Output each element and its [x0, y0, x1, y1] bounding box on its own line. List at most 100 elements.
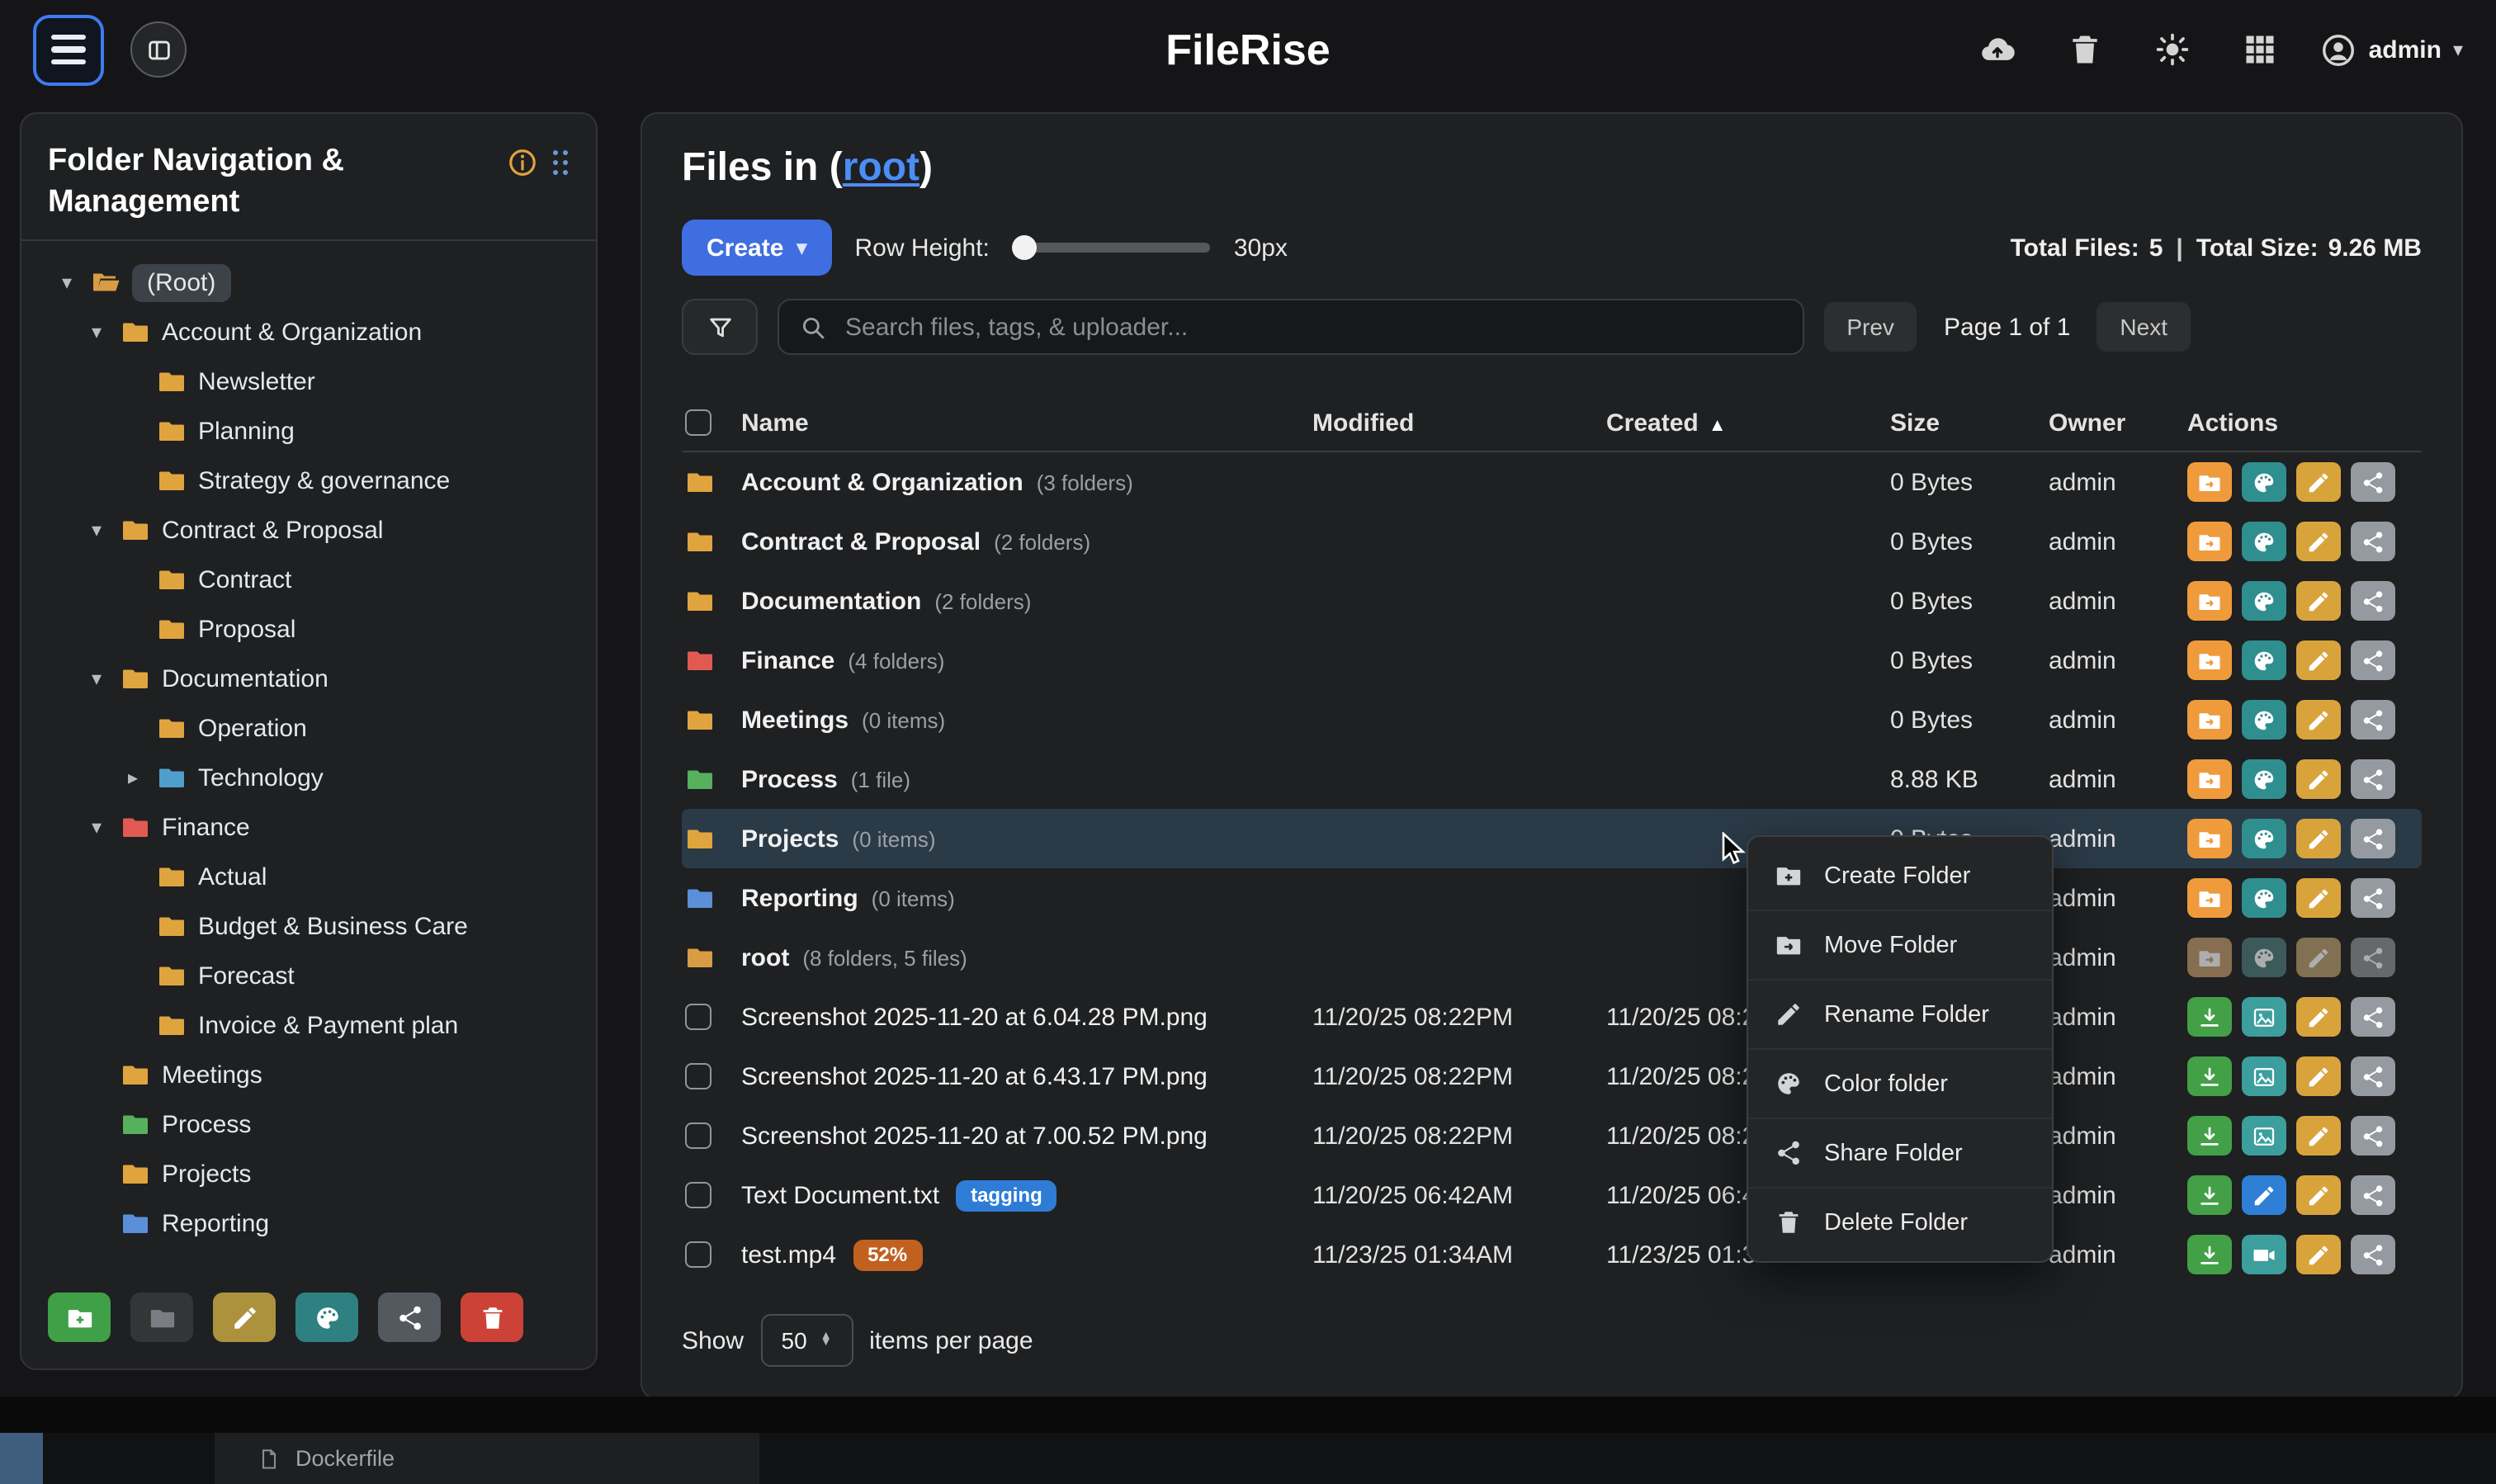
column-header-size[interactable]: Size: [1877, 409, 2035, 437]
delete-folder-button[interactable]: [461, 1293, 523, 1342]
create-button[interactable]: Create ▾: [682, 220, 831, 276]
tree-item-technology[interactable]: ▸Technology: [35, 753, 583, 802]
table-row-text-document-txt[interactable]: Text Document.txttagging11/20/25 06:42AM…: [682, 1165, 2422, 1225]
next-button[interactable]: Next: [2097, 302, 2191, 352]
move-folder-button[interactable]: [2187, 640, 2232, 680]
color-folder-button[interactable]: [2242, 640, 2286, 680]
context-menu-item-rename-folder[interactable]: Rename Folder: [1748, 981, 2052, 1050]
download-button[interactable]: [2187, 1056, 2232, 1096]
share-button[interactable]: [2351, 997, 2395, 1037]
table-row-screenshot-2025-11-20-at-6-04-28-pm-png[interactable]: Screenshot 2025-11-20 at 6.04.28 PM.png1…: [682, 987, 2422, 1047]
tree-item-root[interactable]: ▾(Root): [35, 258, 583, 307]
table-row-reporting[interactable]: Reporting(0 items)admin: [682, 868, 2422, 928]
table-row-process[interactable]: Process(1 file)8.88 KBadmin: [682, 749, 2422, 809]
tree-item-reporting[interactable]: Reporting: [35, 1198, 583, 1248]
tree-item-documentation[interactable]: ▾Documentation: [35, 654, 583, 703]
rename-button[interactable]: [2296, 1116, 2341, 1156]
color-folder-button[interactable]: [2242, 581, 2286, 621]
filter-button[interactable]: [682, 299, 758, 355]
table-row-documentation[interactable]: Documentation(2 folders)0 Bytesadmin: [682, 571, 2422, 631]
caret-down-icon[interactable]: ▾: [84, 667, 109, 690]
prev-button[interactable]: Prev: [1823, 302, 1917, 352]
share-button[interactable]: [2351, 878, 2395, 918]
upload-button[interactable]: [1969, 30, 2026, 69]
tree-item-invoice-payment-plan[interactable]: Invoice & Payment plan: [35, 1000, 583, 1050]
share-folder-button[interactable]: [378, 1293, 441, 1342]
move-folder-button[interactable]: [130, 1293, 193, 1342]
share-button[interactable]: [2351, 700, 2395, 740]
user-menu[interactable]: admin ▾: [2319, 31, 2463, 69]
rename-button[interactable]: [2296, 1235, 2341, 1274]
rename-button[interactable]: [2296, 997, 2341, 1037]
column-header-owner[interactable]: Owner: [2035, 409, 2174, 437]
share-button[interactable]: [2351, 819, 2395, 858]
caret-down-icon[interactable]: ▾: [54, 271, 79, 294]
tree-item-projects[interactable]: Projects: [35, 1149, 583, 1198]
table-row-finance[interactable]: Finance(4 folders)0 Bytesadmin: [682, 631, 2422, 690]
select-all-checkbox[interactable]: [685, 409, 711, 436]
tree-item-proposal[interactable]: Proposal: [35, 604, 583, 654]
share-button[interactable]: [2351, 640, 2395, 680]
caret-down-icon[interactable]: ▾: [84, 815, 109, 839]
apps-grid-button[interactable]: [2232, 30, 2288, 69]
create-folder-button[interactable]: [48, 1293, 111, 1342]
tree-item-operation[interactable]: Operation: [35, 703, 583, 753]
preview-button[interactable]: [2242, 1056, 2286, 1096]
info-icon[interactable]: [507, 147, 538, 178]
rename-button[interactable]: [2296, 1056, 2341, 1096]
table-row-projects[interactable]: Projects(0 items)0 Bytesadmin: [682, 809, 2422, 868]
move-folder-button[interactable]: [2187, 878, 2232, 918]
color-folder-button[interactable]: [2242, 522, 2286, 561]
row-checkbox[interactable]: [685, 1004, 711, 1030]
tree-item-planning[interactable]: Planning: [35, 406, 583, 456]
table-row-test-mp4[interactable]: test.mp452%11/23/25 01:34AM11/23/25 01:3…: [682, 1225, 2422, 1284]
preview-button[interactable]: [2242, 997, 2286, 1037]
column-header-name[interactable]: Name: [741, 409, 1299, 437]
download-button[interactable]: [2187, 1235, 2232, 1274]
move-folder-button[interactable]: [2187, 522, 2232, 561]
table-row-contract-proposal[interactable]: Contract & Proposal(2 folders)0 Bytesadm…: [682, 512, 2422, 571]
share-button[interactable]: [2351, 1116, 2395, 1156]
download-button[interactable]: [2187, 997, 2232, 1037]
share-button[interactable]: [2351, 462, 2395, 502]
move-folder-button[interactable]: [2187, 581, 2232, 621]
rename-button[interactable]: [2296, 1175, 2341, 1215]
row-checkbox[interactable]: [685, 1241, 711, 1268]
table-row-meetings[interactable]: Meetings(0 items)0 Bytesadmin: [682, 690, 2422, 749]
tree-item-strategy-governance[interactable]: Strategy & governance: [35, 456, 583, 505]
rename-button[interactable]: [2296, 581, 2341, 621]
context-menu-item-create-folder[interactable]: Create Folder: [1748, 842, 2052, 911]
per-page-select[interactable]: 50 ▲▼: [760, 1314, 853, 1367]
row-height-slider[interactable]: [1013, 243, 1211, 253]
table-row-screenshot-2025-11-20-at-6-43-17-pm-png[interactable]: Screenshot 2025-11-20 at 6.43.17 PM.png1…: [682, 1047, 2422, 1106]
rename-button[interactable]: [2296, 640, 2341, 680]
move-folder-button[interactable]: [2187, 700, 2232, 740]
color-folder-button[interactable]: [2242, 462, 2286, 502]
rename-button[interactable]: [2296, 759, 2341, 799]
root-link[interactable]: root: [843, 145, 919, 190]
share-button[interactable]: [2351, 522, 2395, 561]
share-button[interactable]: [2351, 1235, 2395, 1274]
table-row-screenshot-2025-11-20-at-7-00-52-pm-png[interactable]: Screenshot 2025-11-20 at 7.00.52 PM.png1…: [682, 1106, 2422, 1165]
rename-button[interactable]: [2296, 878, 2341, 918]
caret-down-icon[interactable]: ▾: [84, 320, 109, 343]
tree-item-process[interactable]: Process: [35, 1099, 583, 1149]
share-button[interactable]: [2351, 759, 2395, 799]
context-menu-item-share-folder[interactable]: Share Folder: [1748, 1119, 2052, 1189]
move-folder-button[interactable]: [2187, 759, 2232, 799]
tree-item-contract-proposal[interactable]: ▾Contract & Proposal: [35, 505, 583, 555]
row-checkbox[interactable]: [685, 1122, 711, 1149]
slider-knob[interactable]: [1013, 235, 1038, 260]
tree-item-newsletter[interactable]: Newsletter: [35, 357, 583, 406]
row-checkbox[interactable]: [685, 1182, 711, 1208]
tree-item-account-organization[interactable]: ▾Account & Organization: [35, 307, 583, 357]
tree-item-contract[interactable]: Contract: [35, 555, 583, 604]
column-header-modified[interactable]: Modified: [1299, 409, 1593, 437]
context-menu-item-color-folder[interactable]: Color folder: [1748, 1050, 2052, 1119]
rename-button[interactable]: [2296, 819, 2341, 858]
context-menu-item-delete-folder[interactable]: Delete Folder: [1748, 1189, 2052, 1256]
preview-button[interactable]: [2242, 1116, 2286, 1156]
move-folder-button[interactable]: [2187, 462, 2232, 502]
table-row-account-organization[interactable]: Account & Organization(3 folders)0 Bytes…: [682, 452, 2422, 512]
table-row-root[interactable]: root(8 folders, 5 files)admin: [682, 928, 2422, 987]
